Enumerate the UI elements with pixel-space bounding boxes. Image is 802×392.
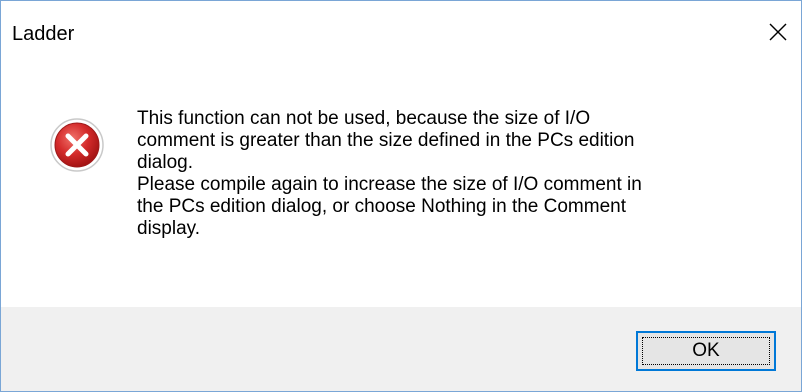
message-line: Please compile again to increase the siz… — [137, 174, 642, 195]
message-line: the PCs edition dialog, or choose Nothin… — [137, 196, 626, 217]
ok-button-label: OK — [692, 340, 720, 361]
title-bar: Ladder — [1, 1, 801, 65]
message-line: display. — [137, 218, 201, 239]
ok-button[interactable]: OK — [636, 331, 776, 371]
message-line: comment is greater than the size defined… — [137, 130, 635, 151]
message-line: dialog. — [137, 152, 193, 173]
close-icon — [768, 22, 788, 42]
close-button[interactable] — [755, 1, 801, 63]
error-icon — [49, 117, 105, 173]
dialog-window: Ladder This function can not be used, be… — [0, 0, 802, 392]
window-title: Ladder — [12, 23, 75, 45]
button-bar: OK — [1, 307, 801, 391]
error-message: This function can not be used, because t… — [137, 108, 777, 240]
dialog-content: This function can not be used, because t… — [1, 65, 801, 309]
message-line: This function can not be used, because t… — [137, 108, 591, 129]
